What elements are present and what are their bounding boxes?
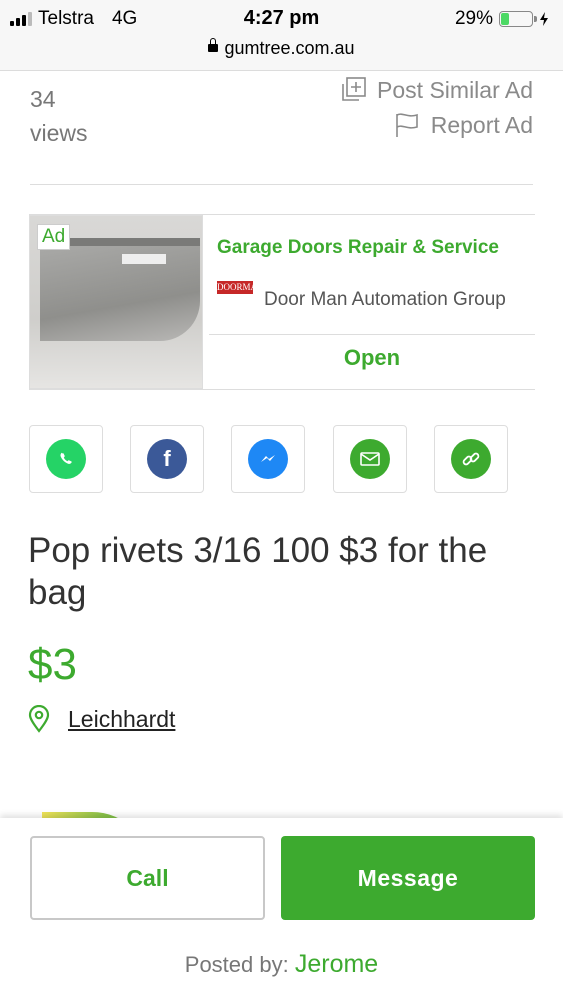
divider [30, 184, 533, 185]
address-bar[interactable]: gumtree.com.au [0, 38, 563, 59]
email-icon [350, 439, 390, 479]
posted-by: Posted by: Jerome [0, 950, 563, 979]
advertiser-name: Door Man Automation Group [264, 289, 506, 310]
charging-bolt-icon [540, 12, 548, 26]
flag-icon [395, 113, 418, 137]
posted-by-label: Posted by: [184, 952, 289, 977]
share-link-button[interactable] [434, 425, 508, 493]
share-email-button[interactable] [333, 425, 407, 493]
post-similar-label: Post Similar Ad [377, 76, 533, 103]
report-ad-link[interactable]: Report Ad [393, 111, 533, 139]
ad-badge: Ad [37, 224, 71, 250]
report-ad-label: Report Ad [430, 111, 533, 138]
share-messenger-button[interactable] [231, 425, 305, 493]
ad-image[interactable]: Ad [29, 215, 203, 389]
battery-info: 29% [455, 8, 549, 30]
messenger-icon [248, 439, 288, 479]
ad-open-button[interactable]: Open [209, 345, 535, 371]
poster-name-link[interactable]: Jerome [295, 950, 378, 978]
status-bar: Telstra 4G 4:27 pm 29% gumtree.com.au [0, 0, 563, 71]
listing-location: Leichhardt [28, 705, 175, 733]
share-whatsapp-button[interactable] [29, 425, 103, 493]
ad-divider [209, 334, 535, 335]
sponsored-ad-card[interactable]: Ad Garage Doors Repair & Service DOORMAN… [29, 214, 535, 390]
facebook-icon: f [147, 439, 187, 479]
listing-price: $3 [28, 640, 77, 689]
advertiser-logo: DOORMAN [217, 281, 264, 294]
ad-title[interactable]: Garage Doors Repair & Service [217, 237, 499, 259]
lock-icon [208, 38, 219, 53]
call-button[interactable]: Call [30, 836, 265, 920]
location-pin-icon [28, 705, 50, 733]
location-link[interactable]: Leichhardt [68, 706, 175, 733]
share-facebook-button[interactable]: f [130, 425, 204, 493]
url-text: gumtree.com.au [224, 38, 355, 58]
view-count: 34 views [30, 86, 88, 146]
battery-icon [499, 11, 537, 27]
post-similar-icon [342, 77, 366, 101]
post-similar-ad-link[interactable]: Post Similar Ad [339, 76, 533, 104]
listing-title: Pop rivets 3/16 100 $3 for the bag [28, 531, 488, 612]
bottom-action-bar: Call Message Posted by: Jerome [0, 818, 563, 1000]
message-button[interactable]: Message [281, 836, 535, 920]
whatsapp-icon [46, 439, 86, 479]
battery-percent: 29% [454, 8, 493, 29]
link-icon [451, 439, 491, 479]
